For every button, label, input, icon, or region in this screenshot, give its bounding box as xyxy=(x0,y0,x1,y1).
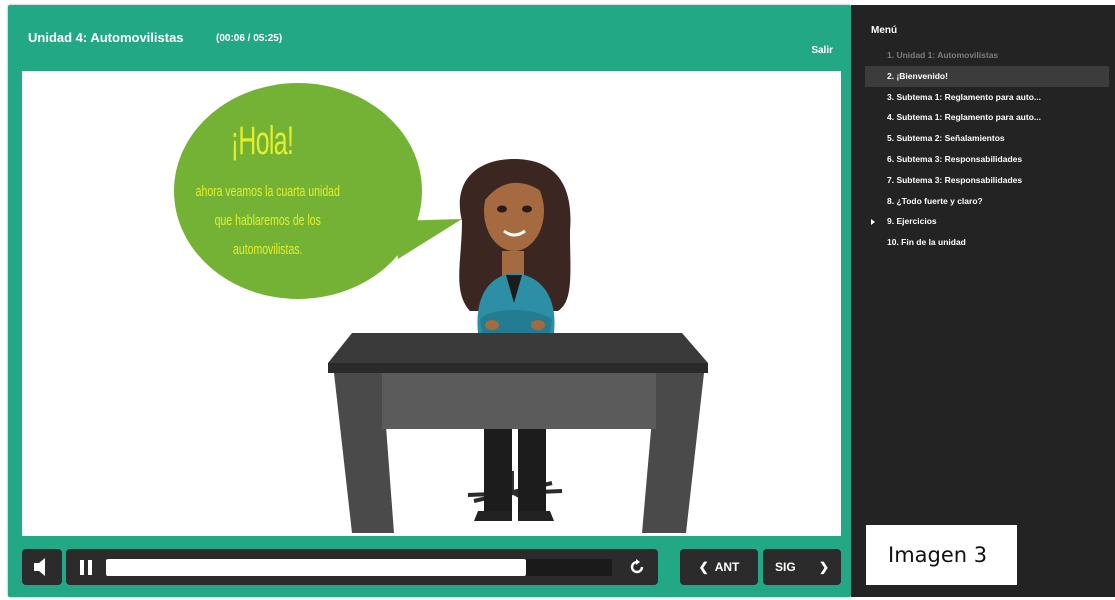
message-text: ahora veamos la cuarta unidad que hablar… xyxy=(182,177,354,264)
menu-item[interactable]: 2. ¡Bienvenido! xyxy=(865,65,1109,87)
menu-item-label: 1. Unidad 1: Automovilistas xyxy=(887,50,999,60)
chevron-left-icon: ❮ xyxy=(698,560,709,574)
course-player: Unidad 4: Automovilistas (00:06 / 05:25)… xyxy=(8,5,851,597)
progress-track[interactable] xyxy=(106,559,612,576)
menu-item-label: 8. ¿Todo fuerte y claro? xyxy=(887,195,983,206)
menu-item-label: 2. ¡Bienvenido! xyxy=(887,70,948,81)
seekbar-panel xyxy=(66,549,658,585)
menu-item[interactable]: 3. Subtema 1: Reglamento para auto... xyxy=(865,87,1109,108)
menu-item[interactable]: 5. Subtema 2: Señalamientos xyxy=(865,128,1109,149)
menu-item-label: 10. Fin de la unidad xyxy=(887,237,966,248)
menu-item-label: 9. Ejercicios xyxy=(887,216,937,227)
menu-title: Menú xyxy=(871,25,898,36)
menu-item[interactable]: 9. Ejercicios xyxy=(865,211,1109,232)
chair xyxy=(467,471,563,505)
next-label: SIG xyxy=(775,560,796,574)
exit-button[interactable]: Salir xyxy=(811,45,833,56)
pause-icon[interactable] xyxy=(80,560,93,575)
menu-item[interactable]: 4. Subtema 1: Reglamento para auto... xyxy=(865,107,1109,128)
menu-item[interactable]: 6. Subtema 3: Responsabilidades xyxy=(865,149,1109,170)
menu-item[interactable]: 10. Fin de la unidad xyxy=(865,232,1109,253)
player-header: Unidad 4: Automovilistas (00:06 / 05:25)… xyxy=(8,5,851,71)
course-title: Unidad 4: Automovilistas xyxy=(28,30,184,45)
chevron-right-icon: ❯ xyxy=(818,560,829,574)
menu-item[interactable]: 1. Unidad 1: Automovilistas xyxy=(865,45,1109,66)
menu-item-label: 5. Subtema 2: Señalamientos xyxy=(887,133,1005,144)
message-line: ahora veamos la cuarta unidad xyxy=(195,183,340,200)
menu-item[interactable]: 7. Subtema 3: Responsabilidades xyxy=(865,170,1109,191)
volume-button[interactable] xyxy=(22,549,62,585)
replay-icon[interactable] xyxy=(628,558,646,576)
next-button[interactable]: SIG ❯ xyxy=(763,549,841,585)
slide-stage: ¡Hola! ahora veamos la cuarta unidad que… xyxy=(22,71,841,536)
message-line: que hablaremos de los xyxy=(214,212,321,229)
menu-item[interactable]: 8. ¿Todo fuerte y claro? xyxy=(865,191,1109,212)
menu-item-label: 6. Subtema 3: Responsabilidades xyxy=(887,153,1023,164)
playback-controls: ❮ ANT SIG ❯ xyxy=(8,539,851,597)
greeting-text: ¡Hola! xyxy=(230,119,294,163)
menu-item-label: 4. Subtema 1: Reglamento para auto... xyxy=(887,112,1041,123)
menu-sidebar: Menú 1. Unidad 1: Automovilistas 2. ¡Bien… xyxy=(851,5,1115,597)
time-display: (00:06 / 05:25) xyxy=(216,33,283,44)
prev-label: ANT xyxy=(714,560,740,574)
progress-fill xyxy=(106,559,526,576)
speaker-icon xyxy=(34,558,45,576)
image-caption: Imagen 3 xyxy=(866,525,1017,585)
message-line: automovilistas. xyxy=(233,241,303,258)
menu-item-label: 3. Subtema 1: Reglamento para auto... xyxy=(887,91,1041,102)
prev-button[interactable]: ❮ ANT xyxy=(680,549,758,585)
menu-list: 1. Unidad 1: Automovilistas 2. ¡Bienvenid… xyxy=(865,45,1109,253)
menu-item-label: 7. Subtema 3: Responsabilidades xyxy=(887,174,1023,185)
expand-triangle-icon[interactable] xyxy=(871,219,875,226)
slide-illustration xyxy=(174,83,708,533)
